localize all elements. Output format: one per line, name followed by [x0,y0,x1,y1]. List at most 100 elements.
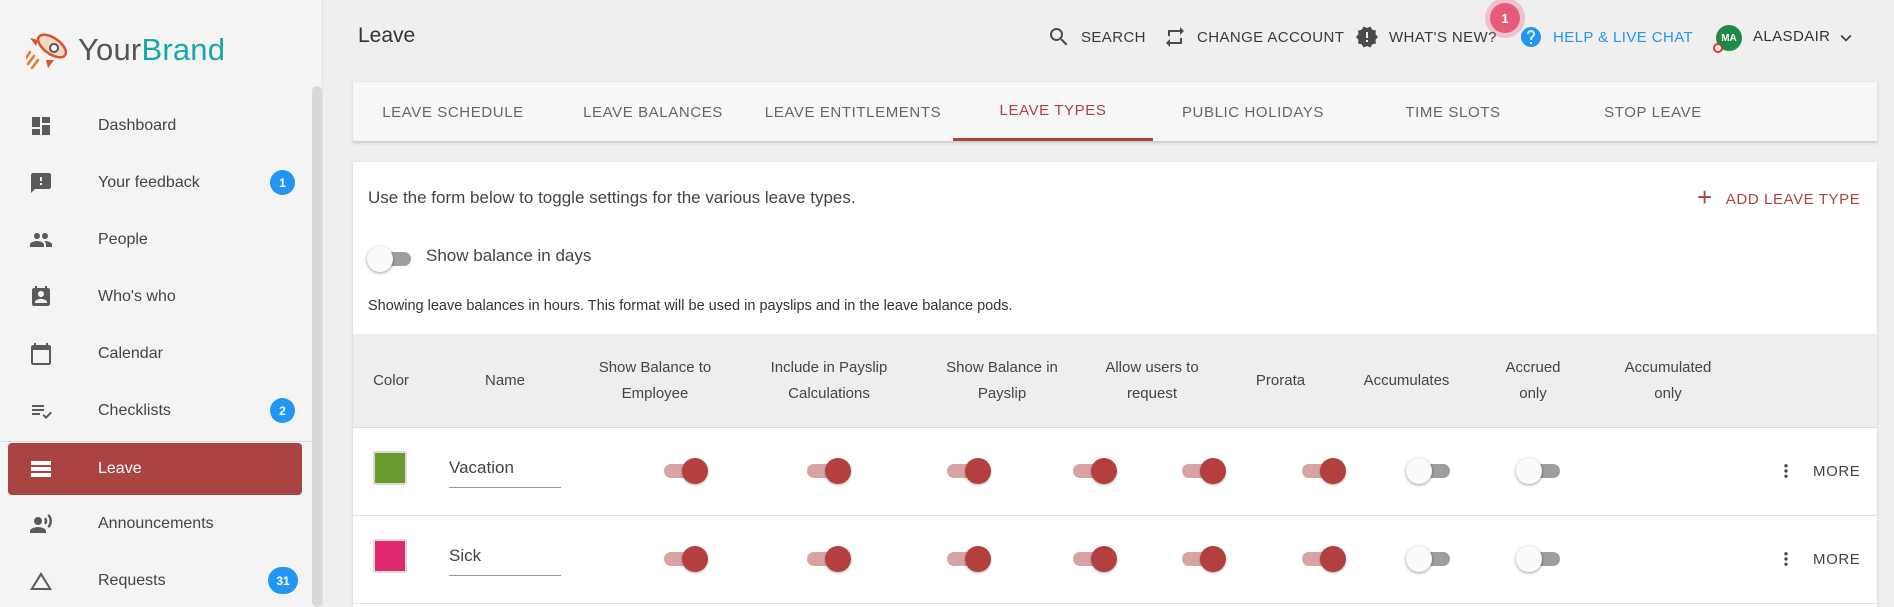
avatar-status-indicator [1713,43,1723,53]
tab-stop-leave[interactable]: STOP LEAVE [1553,82,1753,142]
sidebar-item-announcements[interactable]: Announcements [0,495,312,552]
sidebar: YourBrand Dashboard Your feedback 1 Peop… [0,0,323,607]
sidebar-item-label: Checklists [98,401,171,419]
megaphone-icon [28,511,54,537]
show-balance-in-days-toggle[interactable] [367,245,415,273]
triangle-icon [28,568,54,594]
change-account-button[interactable]: CHANGE ACCOUNT [1163,22,1344,52]
show-balance-in-days-label: Show balance in days [426,246,592,265]
intro-text: Use the form below to toggle settings fo… [368,188,856,207]
color-swatch[interactable] [373,451,407,485]
leave-tabs: LEAVE SCHEDULE LEAVE BALANCES LEAVE ENTI… [353,82,1877,142]
sidebar-item-requests[interactable]: Requests 31 [0,552,312,607]
feedback-icon [28,170,54,196]
brand-text-your: Your [78,32,142,67]
accumulates-toggle[interactable] [1300,545,1348,573]
sidebar-item-label: Your feedback [98,173,200,191]
whats-new-count-badge: 1 [1490,3,1520,33]
dashboard-icon [28,113,54,139]
swap-icon [1166,27,1184,47]
column-header: Accumulated only [1624,359,1712,402]
more-vert-icon [1784,552,1788,566]
sidebar-item-dashboard[interactable]: Dashboard [0,97,312,154]
sidebar-divider [0,441,312,442]
accumulates-toggle[interactable] [1300,457,1348,485]
user-menu-name[interactable]: ALASDAIR [1753,28,1830,45]
sidebar-item-leave[interactable]: Leave [8,443,302,495]
sidebar-nav: Dashboard Your feedback 1 People Who's w… [0,97,312,607]
more-button[interactable]: MORE [1777,546,1860,572]
sidebar-item-label: People [98,230,148,248]
sidebar-item-checklists[interactable]: Checklists 2 [0,382,312,439]
accrued-only-toggle[interactable] [1406,545,1454,573]
leave-type-name-field[interactable]: Vacation [449,456,561,488]
tab-leave-schedule[interactable]: LEAVE SCHEDULE [353,82,553,142]
tab-public-holidays[interactable]: PUBLIC HOLIDAYS [1153,82,1353,142]
brand-logo[interactable]: YourBrand [26,28,225,72]
column-header: Prorata [1255,372,1306,389]
sidebar-item-people[interactable]: People [0,211,312,268]
rocket-icon [26,33,68,70]
tab-leave-balances[interactable]: LEAVE BALANCES [553,82,753,142]
change-account-label: CHANGE ACCOUNT [1197,28,1345,46]
balance-format-info: Showing leave balances in hours. This fo… [368,298,1013,314]
sidebar-item-whos-who[interactable]: Who's who [0,268,312,325]
accumulated-only-toggle[interactable] [1516,545,1564,573]
sidebar-item-label: Leave [98,460,142,477]
more-label: MORE [1813,462,1861,480]
tab-leave-entitlements[interactable]: LEAVE ENTITLEMENTS [753,82,953,142]
whats-new-label: WHAT'S NEW? [1389,28,1497,46]
search-button[interactable]: SEARCH [1047,22,1146,52]
plus-icon: + [1697,182,1713,212]
show-balance-to-employee-toggle[interactable] [662,545,710,573]
show-balance-to-employee-toggle[interactable] [662,457,710,485]
column-header: Show Balance to Employee [598,359,712,402]
prorata-toggle[interactable] [1180,545,1228,573]
allow-users-to-request-toggle[interactable] [1071,457,1119,485]
column-header: Show Balance in Payslip [946,359,1058,402]
leave-icon [28,456,54,482]
show-balance-in-payslip-toggle[interactable] [945,457,993,485]
column-header: Include in Payslip Calculations [770,359,888,402]
tab-time-slots[interactable]: TIME SLOTS [1353,82,1553,142]
include-in-payslip-toggle[interactable] [805,545,853,573]
column-header: Name [484,372,525,389]
show-balance-in-payslip-toggle[interactable] [945,545,993,573]
leave-types-card: Use the form below to toggle settings fo… [353,162,1877,607]
column-header: Color [373,372,409,389]
prorata-toggle[interactable] [1180,457,1228,485]
table-row: Vacation MORE [353,428,1877,516]
search-icon [1050,28,1068,46]
help-icon [1521,27,1541,47]
people-icon [28,227,54,253]
leave-type-name-field[interactable]: Sick [449,544,561,576]
new-badge-icon [1356,26,1378,48]
chevron-down-icon[interactable] [1835,27,1857,49]
help-live-chat-button[interactable]: HELP & LIVE CHAT [1519,22,1693,52]
more-button[interactable]: MORE [1777,458,1860,484]
brand-text-brand: Brand [141,32,226,67]
feedback-count-badge: 1 [270,170,295,195]
add-leave-type-button[interactable]: + ADD LEAVE TYPE [1697,182,1861,215]
include-in-payslip-toggle[interactable] [805,457,853,485]
sidebar-item-label: Who's who [98,287,176,305]
whats-new-button[interactable]: WHAT'S NEW? [1355,22,1497,52]
column-header: Accrued only [1505,359,1561,402]
accrued-only-toggle[interactable] [1406,457,1454,485]
allow-users-to-request-toggle[interactable] [1071,545,1119,573]
color-swatch[interactable] [373,539,407,573]
page-title: Leave [358,24,416,47]
sidebar-item-calendar[interactable]: Calendar [0,325,312,382]
sidebar-scrollbar[interactable] [312,86,322,607]
contact-card-icon [28,284,54,310]
sidebar-item-label: Announcements [98,514,214,532]
column-header: Accumulates [1363,372,1450,389]
tab-leave-types[interactable]: LEAVE TYPES [953,82,1153,141]
add-leave-type-label: ADD LEAVE TYPE [1725,190,1861,208]
table-row: Sick MORE [353,516,1877,604]
accumulated-only-toggle[interactable] [1516,457,1564,485]
more-label: MORE [1813,550,1861,568]
checklists-count-badge: 2 [270,398,295,423]
checklist-icon [28,398,54,424]
sidebar-item-feedback[interactable]: Your feedback 1 [0,154,312,211]
